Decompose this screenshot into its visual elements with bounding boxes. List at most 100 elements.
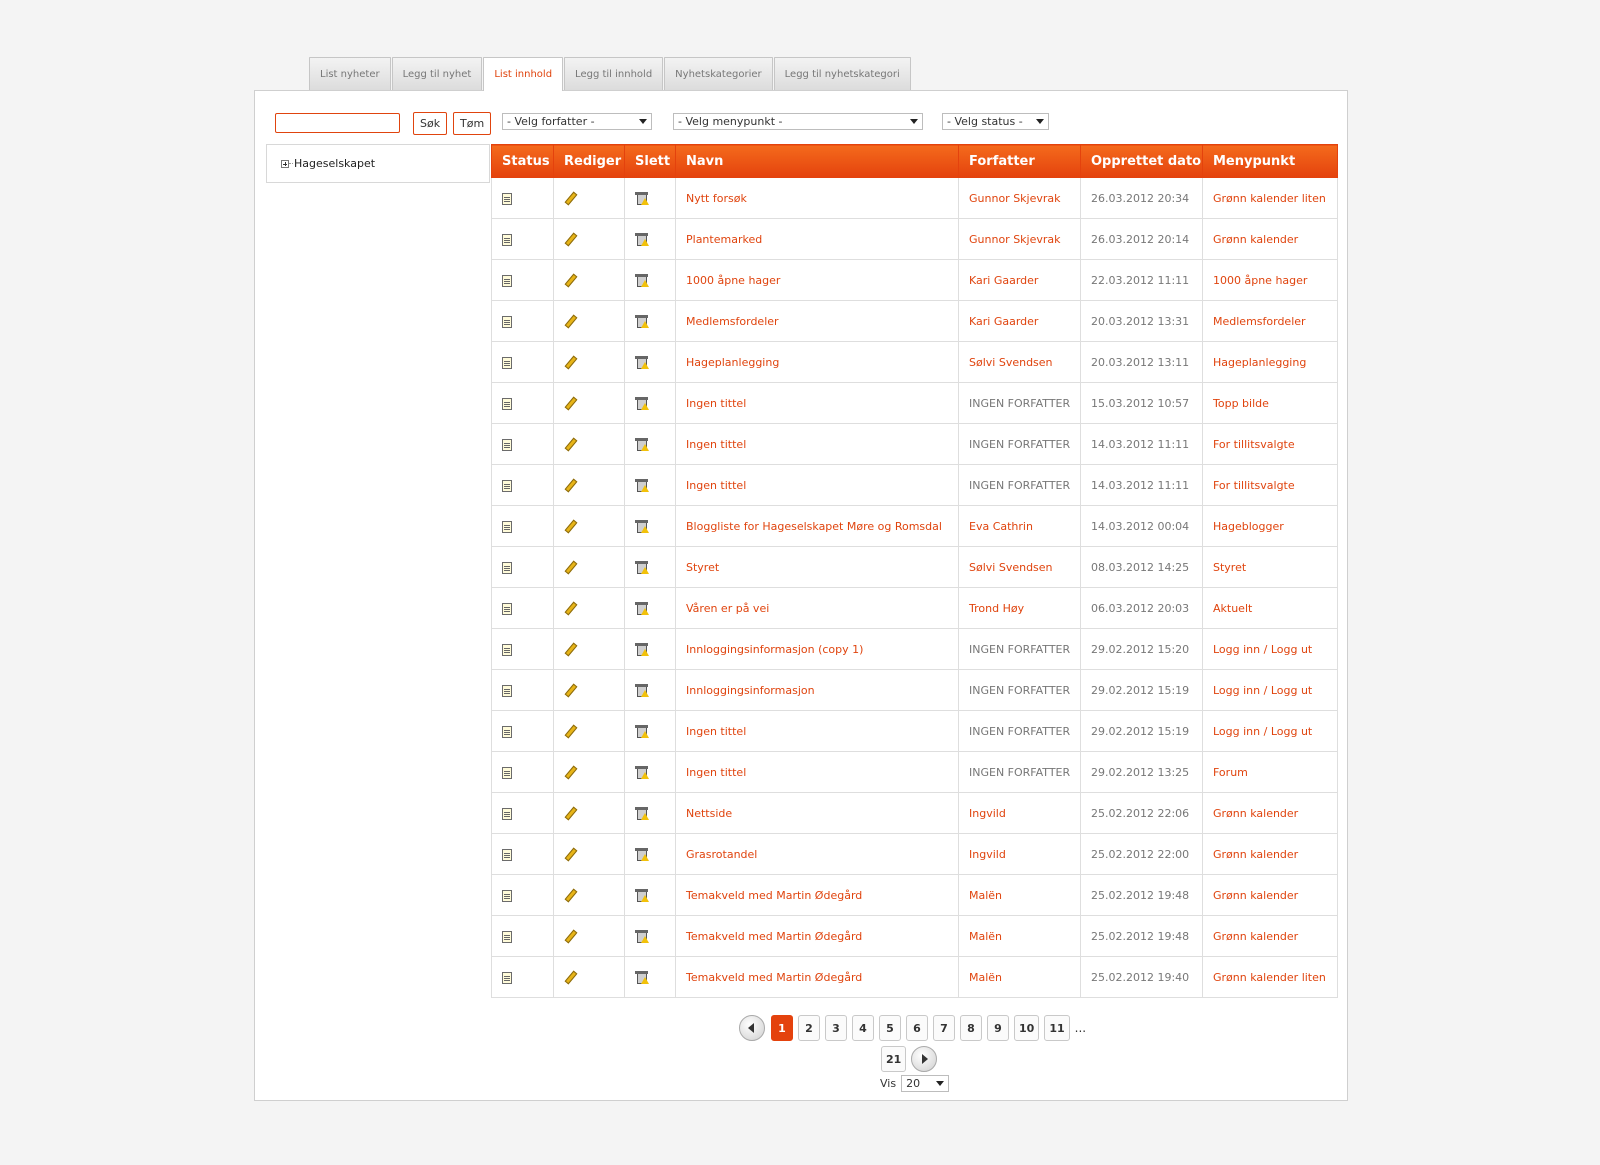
pencil-icon[interactable] xyxy=(564,847,578,862)
status-select[interactable]: - Velg status - xyxy=(942,113,1049,130)
pencil-icon[interactable] xyxy=(564,396,578,411)
menu-item-link[interactable]: For tillitsvalgte xyxy=(1202,423,1338,465)
page-button-2[interactable]: 2 xyxy=(798,1015,820,1041)
author-cell[interactable]: Sølvi Svendsen xyxy=(958,546,1081,588)
menu-item-link[interactable]: For tillitsvalgte xyxy=(1202,464,1338,506)
trash-warning-icon[interactable] xyxy=(635,970,649,984)
content-name-link[interactable]: Temakveld med Martin Ødegård xyxy=(675,915,959,957)
author-cell[interactable]: Eva Cathrin xyxy=(958,505,1081,547)
page-button-9[interactable]: 9 xyxy=(987,1015,1009,1041)
menu-item-link[interactable]: Grønn kalender liten xyxy=(1202,956,1338,998)
pencil-icon[interactable] xyxy=(564,601,578,616)
content-name-link[interactable]: Bloggliste for Hageselskapet Møre og Rom… xyxy=(675,505,959,547)
pencil-icon[interactable] xyxy=(564,437,578,452)
content-name-link[interactable]: Temakveld med Martin Ødegård xyxy=(675,956,959,998)
content-name-link[interactable]: Hageplanlegging xyxy=(675,341,959,383)
author-cell[interactable]: Kari Gaarder xyxy=(958,300,1081,342)
trash-warning-icon[interactable] xyxy=(635,806,649,820)
menu-item-link[interactable]: Grønn kalender liten xyxy=(1202,177,1338,219)
page-button-11[interactable]: 11 xyxy=(1044,1015,1070,1041)
author-cell[interactable]: Ingvild xyxy=(958,833,1081,875)
page-button-1[interactable]: 1 xyxy=(771,1015,793,1041)
page-button-10[interactable]: 10 xyxy=(1014,1015,1040,1041)
pencil-icon[interactable] xyxy=(564,273,578,288)
search-input[interactable] xyxy=(275,113,400,133)
content-name-link[interactable]: Ingen tittel xyxy=(675,710,959,752)
tab-1[interactable]: List nyheter xyxy=(309,57,391,90)
trash-warning-icon[interactable] xyxy=(635,847,649,861)
author-cell[interactable]: Gunnor Skjevrak xyxy=(958,218,1081,260)
trash-warning-icon[interactable] xyxy=(635,765,649,779)
menu-item-link[interactable]: Aktuelt xyxy=(1202,587,1338,629)
pencil-icon[interactable] xyxy=(564,765,578,780)
menu-item-link[interactable]: Logg inn / Logg ut xyxy=(1202,628,1338,670)
document-icon[interactable] xyxy=(502,479,512,492)
pencil-icon[interactable] xyxy=(564,519,578,534)
page-button-7[interactable]: 7 xyxy=(933,1015,955,1041)
document-icon[interactable] xyxy=(502,233,512,246)
menu-item-link[interactable]: Medlemsfordeler xyxy=(1202,300,1338,342)
document-icon[interactable] xyxy=(502,848,512,861)
pencil-icon[interactable] xyxy=(564,642,578,657)
menu-item-link[interactable]: Forum xyxy=(1202,751,1338,793)
content-name-link[interactable]: Våren er på vei xyxy=(675,587,959,629)
content-name-link[interactable]: Ingen tittel xyxy=(675,751,959,793)
pencil-icon[interactable] xyxy=(564,478,578,493)
document-icon[interactable] xyxy=(502,930,512,943)
trash-warning-icon[interactable] xyxy=(635,355,649,369)
author-cell[interactable]: Malën xyxy=(958,956,1081,998)
content-name-link[interactable]: Ingen tittel xyxy=(675,464,959,506)
tab-5[interactable]: Nyhetskategorier xyxy=(664,57,773,90)
trash-warning-icon[interactable] xyxy=(635,478,649,492)
author-cell[interactable]: Gunnor Skjevrak xyxy=(958,177,1081,219)
pencil-icon[interactable] xyxy=(564,888,578,903)
document-icon[interactable] xyxy=(502,643,512,656)
content-name-link[interactable]: Styret xyxy=(675,546,959,588)
pencil-icon[interactable] xyxy=(564,683,578,698)
pencil-icon[interactable] xyxy=(564,191,578,206)
trash-warning-icon[interactable] xyxy=(635,273,649,287)
document-icon[interactable] xyxy=(502,356,512,369)
content-name-link[interactable]: Medlemsfordeler xyxy=(675,300,959,342)
document-icon[interactable] xyxy=(502,725,512,738)
document-icon[interactable] xyxy=(502,274,512,287)
menu-item-link[interactable]: Logg inn / Logg ut xyxy=(1202,710,1338,752)
clear-button[interactable]: Tøm xyxy=(453,112,492,135)
author-cell[interactable]: Ingvild xyxy=(958,792,1081,834)
document-icon[interactable] xyxy=(502,192,512,205)
document-icon[interactable] xyxy=(502,602,512,615)
menu-item-link[interactable]: Grønn kalender xyxy=(1202,792,1338,834)
page-size-select[interactable]: 20 xyxy=(901,1075,950,1092)
menu-item-link[interactable]: 1000 åpne hager xyxy=(1202,259,1338,301)
tab-4[interactable]: Legg til innhold xyxy=(564,57,664,90)
tree-node-root[interactable]: Hageselskapet xyxy=(281,157,375,170)
pencil-icon[interactable] xyxy=(564,560,578,575)
content-name-link[interactable]: Ingen tittel xyxy=(675,423,959,465)
tab-2[interactable]: Legg til nyhet xyxy=(391,57,483,90)
pencil-icon[interactable] xyxy=(564,929,578,944)
menu-item-link[interactable]: Grønn kalender xyxy=(1202,218,1338,260)
content-name-link[interactable]: Plantemarked xyxy=(675,218,959,260)
previous-page-icon[interactable] xyxy=(739,1015,765,1041)
trash-warning-icon[interactable] xyxy=(635,396,649,410)
author-cell[interactable]: Trond Høy xyxy=(958,587,1081,629)
menu-item-link[interactable]: Grønn kalender xyxy=(1202,833,1338,875)
page-button-8[interactable]: 8 xyxy=(960,1015,982,1041)
trash-warning-icon[interactable] xyxy=(635,683,649,697)
trash-warning-icon[interactable] xyxy=(635,437,649,451)
page-button-last[interactable]: 21 xyxy=(881,1046,907,1072)
trash-warning-icon[interactable] xyxy=(635,191,649,205)
document-icon[interactable] xyxy=(502,684,512,697)
author-cell[interactable]: Kari Gaarder xyxy=(958,259,1081,301)
content-name-link[interactable]: Nettside xyxy=(675,792,959,834)
page-button-5[interactable]: 5 xyxy=(879,1015,901,1041)
menu-item-link[interactable]: Hageblogger xyxy=(1202,505,1338,547)
trash-warning-icon[interactable] xyxy=(635,642,649,656)
content-name-link[interactable]: Grasrotandel xyxy=(675,833,959,875)
trash-warning-icon[interactable] xyxy=(635,232,649,246)
content-name-link[interactable]: Innloggingsinformasjon (copy 1) xyxy=(675,628,959,670)
tab-6[interactable]: Legg til nyhetskategori xyxy=(773,57,911,90)
search-button[interactable]: Søk xyxy=(413,112,448,135)
menu-item-link[interactable]: Grønn kalender xyxy=(1202,915,1338,957)
content-name-link[interactable]: Nytt forsøk xyxy=(675,177,959,219)
